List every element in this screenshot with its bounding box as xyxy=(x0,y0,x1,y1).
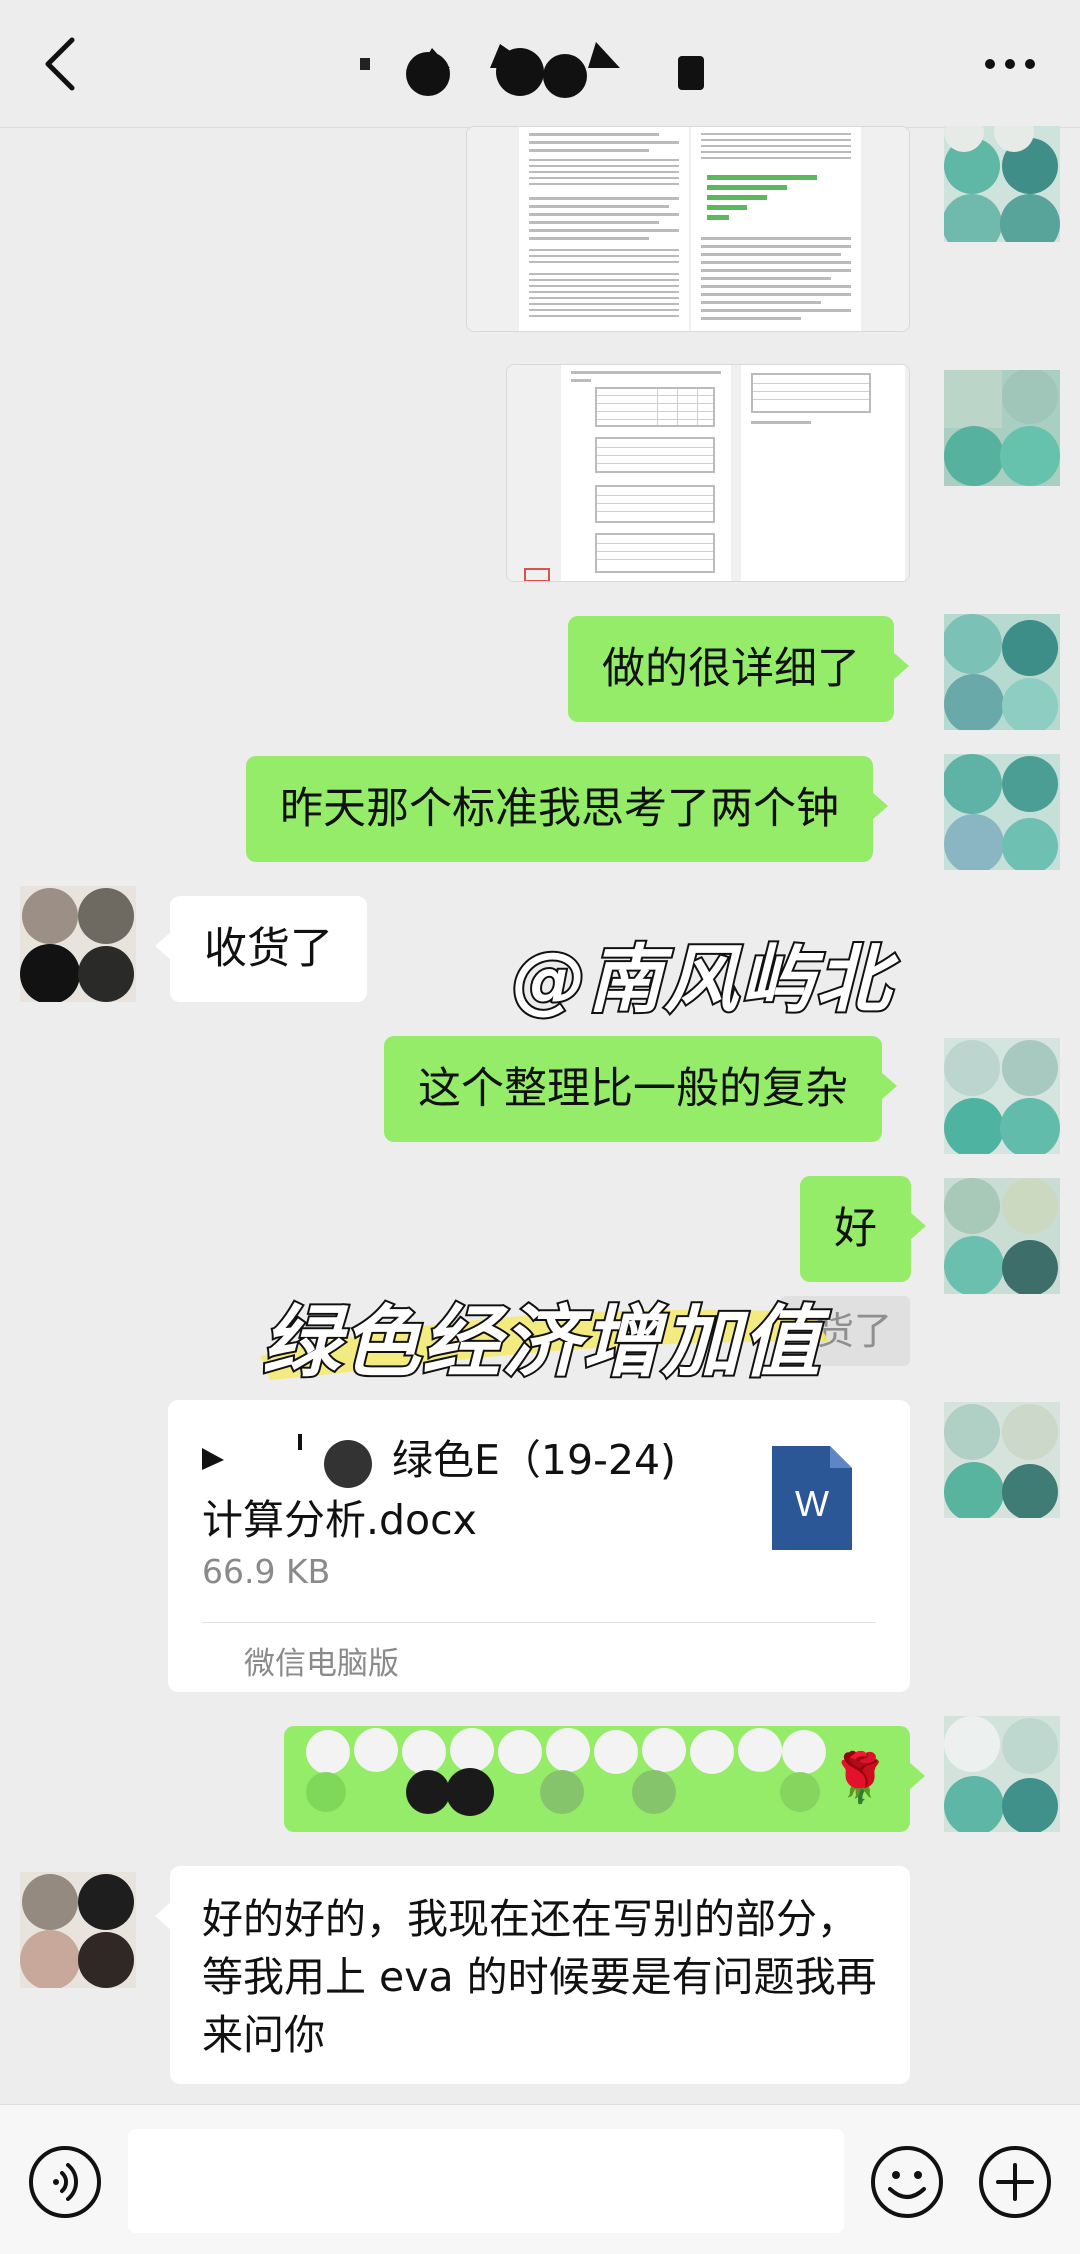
contact-message-bubble[interactable]: 好的好的，我现在还在写别的部分，等我用上 eva 的时候要是有问题我再来问你 xyxy=(155,1866,910,2084)
message-input[interactable] xyxy=(128,2129,844,2233)
contact-avatar[interactable] xyxy=(20,1872,136,1988)
chat-title-redacted xyxy=(360,28,720,98)
watermark-text: @南风屿北 xyxy=(510,935,892,1025)
my-avatar[interactable] xyxy=(944,1716,1060,1832)
divider xyxy=(202,1622,876,1623)
word-document-icon: W xyxy=(772,1446,852,1550)
watermark-caption: 绿色经济增加值 xyxy=(260,1280,823,1392)
message-text: 好 xyxy=(834,1204,877,1254)
message-text: 昨天那个标准我思考了两个钟 xyxy=(280,784,839,834)
back-button[interactable] xyxy=(38,34,86,94)
message-text: 收货了 xyxy=(204,924,333,974)
my-message-bubble[interactable]: 好 xyxy=(800,1176,926,1282)
message-text: 好的好的，我现在还在写别的部分，等我用上 eva 的时候要是有问题我再来问你 xyxy=(202,1895,877,2059)
watermark-handle: @南风屿北 xyxy=(510,920,892,1027)
document-image-message[interactable] xyxy=(466,126,910,332)
file-source: 微信电脑版 xyxy=(244,1646,399,1682)
input-bar xyxy=(0,2104,1080,2254)
document-image-message[interactable] xyxy=(506,364,910,582)
chevron-left-icon xyxy=(45,37,75,91)
my-avatar[interactable] xyxy=(944,1402,1060,1518)
emoji-button[interactable] xyxy=(870,2145,944,2219)
my-avatar[interactable] xyxy=(944,126,1060,242)
svg-text:W: W xyxy=(795,1483,829,1524)
more-dots-icon xyxy=(985,59,1035,69)
file-size: 66.9 KB xyxy=(202,1552,331,1591)
my-message-bubble[interactable]: 做的很详细了 xyxy=(568,616,909,722)
my-avatar[interactable] xyxy=(944,1178,1060,1294)
plus-button[interactable] xyxy=(978,2145,1052,2219)
emoji-icon xyxy=(871,2146,943,2218)
redaction-mark xyxy=(306,1728,826,1816)
my-avatar[interactable] xyxy=(944,754,1060,870)
my-message-bubble[interactable]: 这个整理比一般的复杂 xyxy=(384,1036,897,1142)
voice-icon xyxy=(29,2146,101,2218)
my-message-bubble[interactable]: 🌹 xyxy=(284,1726,925,1832)
contact-avatar[interactable] xyxy=(20,886,136,1002)
rose-emoji: 🌹 xyxy=(830,1750,890,1806)
my-avatar[interactable] xyxy=(944,370,1060,486)
my-message-bubble[interactable]: 昨天那个标准我思考了两个钟 xyxy=(246,756,888,862)
watermark-text: 绿色经济增加值 xyxy=(260,1296,823,1390)
my-avatar[interactable] xyxy=(944,614,1060,730)
chat-header xyxy=(0,0,1080,128)
my-avatar[interactable] xyxy=(944,1038,1060,1154)
redaction-mark xyxy=(202,1434,372,1488)
contact-message-bubble[interactable]: 收货了 xyxy=(155,896,367,1002)
plus-icon xyxy=(979,2146,1051,2218)
message-text: 这个整理比一般的复杂 xyxy=(418,1064,848,1114)
message-text: 做的很详细了 xyxy=(602,644,860,694)
more-button[interactable] xyxy=(980,40,1040,88)
file-message-card[interactable]: 绿色E（19-24) 计算分析.docx 66.9 KB W 微信电脑版 xyxy=(168,1400,910,1692)
voice-button[interactable] xyxy=(28,2145,102,2219)
